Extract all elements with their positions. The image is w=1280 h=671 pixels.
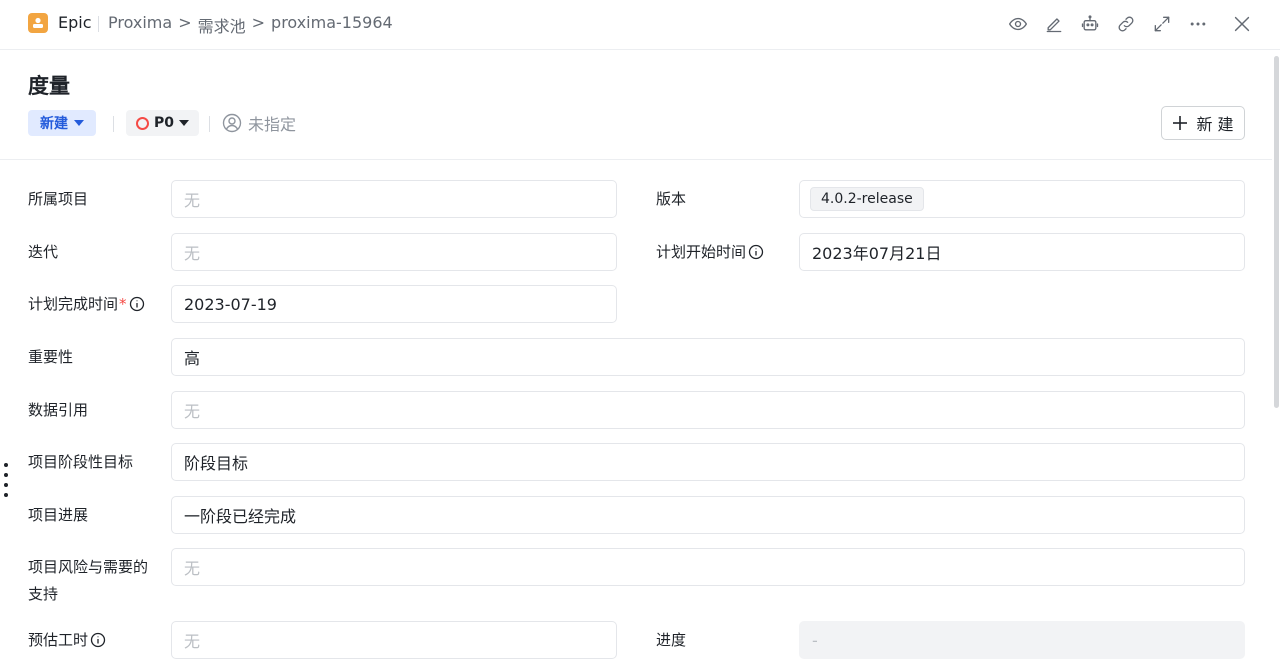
scrollbar-thumb[interactable]: [1274, 56, 1279, 408]
estimate-label-text: 预估工时: [28, 631, 89, 649]
field-label-estimate: 预估工时: [28, 627, 106, 653]
status-dropdown[interactable]: 新建: [28, 110, 96, 136]
edit-icon: [1046, 18, 1062, 33]
priority-dropdown[interactable]: P0: [126, 110, 200, 136]
iteration-field[interactable]: 无: [171, 233, 617, 271]
section-divider: [0, 159, 1272, 160]
expand-icon: [1154, 16, 1170, 32]
importance-field[interactable]: 高: [171, 338, 1245, 376]
info-icon[interactable]: [129, 296, 145, 312]
assignee-selector[interactable]: 未指定: [222, 111, 296, 135]
status-label: 新建: [40, 116, 68, 132]
caret-down-icon: [74, 120, 84, 126]
assignee-label: 未指定: [248, 115, 297, 134]
meta-divider: [209, 116, 210, 132]
plan-start-label-text: 计划开始时间: [656, 243, 747, 261]
issue-title[interactable]: 度量: [28, 70, 70, 100]
more-button[interactable]: [1184, 10, 1212, 38]
data-ref-value: 无: [184, 402, 201, 421]
close-icon: [1234, 16, 1250, 32]
required-mark: *: [119, 295, 127, 313]
header-divider: [98, 16, 99, 32]
breadcrumb-separator: >: [251, 13, 266, 32]
breadcrumb-pool[interactable]: 需求池: [198, 13, 246, 37]
field-label-importance: 重要性: [28, 348, 74, 366]
field-label-progress: 进度: [656, 631, 687, 649]
breadcrumb-project[interactable]: Proxima: [108, 13, 172, 37]
meta-divider: [113, 116, 114, 132]
progress-field: -: [799, 621, 1245, 659]
field-label-progress-note: 项目进展: [28, 506, 89, 524]
priority-ring-icon: [136, 116, 149, 130]
drag-handle[interactable]: [3, 463, 9, 497]
watch-button[interactable]: [1004, 10, 1032, 38]
eye-icon: [1009, 17, 1027, 31]
progress-note-field[interactable]: 一阶段已经完成: [171, 496, 1245, 534]
caret-down-icon: [179, 120, 190, 126]
priority-label: P0: [154, 115, 175, 131]
field-label-iteration: 迭代: [28, 243, 59, 261]
risk-field[interactable]: 无: [171, 548, 1245, 586]
more-icon: [1190, 22, 1206, 26]
robot-button[interactable]: [1076, 10, 1104, 38]
close-button[interactable]: [1228, 10, 1256, 38]
new-button-label: 新 建: [1196, 115, 1234, 134]
stage-goal-field[interactable]: 阶段目标: [171, 443, 1245, 481]
field-label-risk: 项目风险与需要的: [28, 558, 149, 576]
project-value: 无: [184, 191, 201, 210]
edit-button[interactable]: [1040, 10, 1068, 38]
plan-end-value: 2023-07-19: [184, 294, 277, 314]
stage-goal-value: 阶段目标: [184, 454, 249, 473]
info-icon[interactable]: [90, 632, 106, 648]
new-button[interactable]: 新 建: [1161, 106, 1245, 140]
plan-end-label-text: 计划完成时间: [28, 295, 119, 313]
fullscreen-button[interactable]: [1148, 10, 1176, 38]
copy-link-button[interactable]: [1112, 10, 1140, 38]
breadcrumb-separator: >: [178, 13, 192, 32]
project-field[interactable]: 无: [171, 180, 617, 218]
importance-value: 高: [184, 349, 201, 368]
epic-type-icon: [28, 13, 48, 33]
estimate-value: 无: [184, 632, 201, 651]
risk-value: 无: [184, 559, 201, 578]
iteration-value: 无: [184, 244, 201, 263]
version-tag: 4.0.2-release: [810, 187, 924, 211]
robot-icon: [1081, 15, 1099, 31]
field-label-plan-start: 计划开始时间: [656, 239, 764, 265]
estimate-field[interactable]: 无: [171, 621, 617, 659]
breadcrumb-issue-id[interactable]: proxima-15964: [271, 13, 393, 37]
field-label-version: 版本: [656, 190, 687, 208]
progress-value: -: [812, 630, 818, 650]
progress-note-value: 一阶段已经完成: [184, 507, 297, 526]
field-label-data-ref: 数据引用: [28, 401, 89, 419]
plan-start-field[interactable]: 2023年07月21日: [799, 233, 1245, 271]
user-icon: [222, 113, 242, 133]
issue-type-label: Epic: [58, 13, 92, 32]
plus-icon: [1173, 116, 1188, 130]
link-icon: [1118, 16, 1134, 32]
plan-start-value: 2023年07月21日: [812, 244, 942, 263]
version-field[interactable]: 4.0.2-release: [799, 180, 1245, 218]
plan-end-field[interactable]: 2023-07-19: [171, 285, 617, 323]
field-label-project: 所属项目: [28, 190, 89, 208]
header-actions: [996, 10, 1256, 38]
field-label-plan-end: 计划完成时间 *: [28, 291, 145, 317]
field-label-risk-cont: 支持: [28, 585, 59, 603]
field-label-stage-goal: 项目阶段性目标: [28, 453, 134, 471]
breadcrumb: Proxima > 需求池 > proxima-15964: [108, 13, 393, 37]
detail-header: Epic Proxima > 需求池 > proxima-15964: [0, 0, 1280, 50]
info-icon[interactable]: [748, 244, 764, 260]
data-ref-field[interactable]: 无: [171, 391, 1245, 429]
